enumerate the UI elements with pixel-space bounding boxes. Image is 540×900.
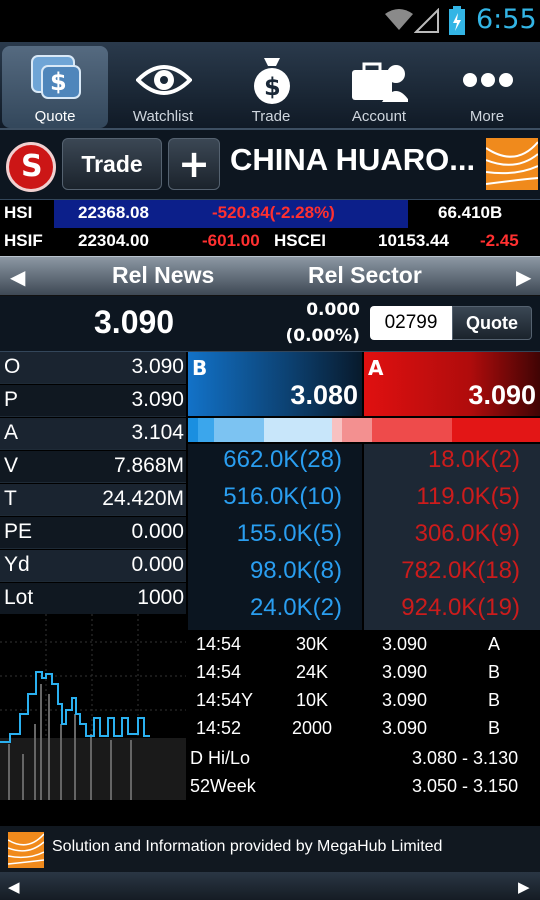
ask-price: 3.090 bbox=[468, 380, 536, 410]
depth-bar bbox=[188, 418, 540, 442]
stat-row: O 3.090 bbox=[0, 352, 186, 384]
ask-queue: 306.0K(9) bbox=[414, 520, 520, 547]
eye-icon bbox=[136, 65, 192, 95]
app-logo-icon: S bbox=[6, 142, 56, 192]
wifi-icon bbox=[385, 9, 413, 30]
price-change-pct: (0.00%) bbox=[285, 326, 360, 346]
main-tab-bar: $ Quote Watchlist $ Trade Account More bbox=[0, 42, 540, 130]
prev-arrow-icon[interactable]: ◀ bbox=[10, 265, 25, 289]
index-change: -601.00 bbox=[202, 231, 260, 250]
stat-row: T 24.420M bbox=[0, 484, 186, 516]
index-turnover: 66.410B bbox=[438, 203, 503, 222]
index-row-hsif: HSIF 22304.00 -601.00 HSCEI 10153.44 -2.… bbox=[0, 228, 540, 256]
trade-row: 14:54 30K 3.090 A bbox=[196, 634, 501, 654]
stat-row: PE 0.000 bbox=[0, 517, 186, 549]
ask-queue: 924.0K(19) bbox=[401, 594, 520, 621]
index-row-hsi: HSI 22368.08 -520.84(-2.28%) 66.410B bbox=[0, 200, 540, 228]
trade-row: 14:52 2000 3.090 B bbox=[196, 718, 501, 738]
tab-watchlist[interactable]: Watchlist bbox=[110, 46, 216, 128]
index-value: 10153.44 bbox=[378, 231, 449, 250]
index-value: 22368.08 bbox=[78, 203, 149, 222]
order-book: 662.0K(28) 516.0K(10) 155.0K(5) 98.0K(8)… bbox=[188, 444, 540, 630]
stock-name: CHINA HUARO... bbox=[230, 142, 476, 177]
stat-row: Yd 0.000 bbox=[0, 550, 186, 582]
megahub-footer-logo-icon bbox=[8, 832, 44, 868]
tab-account[interactable]: Account bbox=[326, 46, 432, 128]
price-row: 3.090 0.000 (0.00%) 02799 Quote bbox=[0, 296, 540, 352]
status-bar: 6:55 bbox=[0, 0, 540, 42]
bid-queue: 662.0K(28) bbox=[223, 446, 342, 473]
money-bag-icon: $ bbox=[254, 58, 290, 104]
stats-table: O 3.090 P 3.090 A 3.104 V 7.868M T 24.420M PE… bbox=[0, 352, 186, 615]
next-arrow-icon[interactable]: ▶ bbox=[516, 265, 531, 289]
index-change: -520.84(-2.28%) bbox=[212, 203, 335, 222]
svg-text:$: $ bbox=[264, 73, 281, 101]
stock-header: S Trade + CHINA HUARO... bbox=[0, 130, 540, 200]
week52-range: 52Week 3.050 - 3.150 bbox=[190, 776, 519, 796]
last-price: 3.090 bbox=[94, 304, 175, 340]
clock: 6:55 bbox=[476, 4, 537, 35]
trade-button[interactable]: Trade bbox=[62, 138, 162, 190]
signal-icon bbox=[414, 8, 439, 33]
bid-queue: 24.0K(2) bbox=[249, 594, 342, 621]
more-dots-icon bbox=[463, 73, 513, 87]
battery-icon bbox=[449, 6, 465, 35]
trade-row: 14:54Y 10K 3.090 B bbox=[196, 690, 501, 710]
stock-code-input[interactable]: 02799 bbox=[370, 306, 452, 340]
bid-queue: 516.0K(10) bbox=[223, 483, 342, 510]
day-range: D Hi/Lo 3.080 - 3.130 bbox=[190, 748, 519, 768]
intraday-chart[interactable] bbox=[0, 614, 186, 800]
quote-icon: $ bbox=[31, 55, 81, 99]
add-to-watchlist-button[interactable]: + bbox=[168, 138, 220, 190]
bid-queue: 155.0K(5) bbox=[236, 520, 342, 547]
stat-row: P 3.090 bbox=[0, 385, 186, 417]
bid-box[interactable]: B 3.080 bbox=[188, 352, 362, 416]
ask-box[interactable]: A 3.090 bbox=[364, 352, 540, 416]
footer: Solution and Information provided by Meg… bbox=[0, 826, 540, 872]
index-value: 22304.00 bbox=[78, 231, 149, 250]
index-label: HSI bbox=[4, 203, 33, 222]
trade-row: 14:54 24K 3.090 B bbox=[196, 662, 501, 682]
tab-trade[interactable]: $ Trade bbox=[218, 46, 324, 128]
bid-column: 662.0K(28) 516.0K(10) 155.0K(5) 98.0K(8)… bbox=[188, 444, 362, 630]
credit-text: Solution and Information provided by Meg… bbox=[52, 838, 443, 855]
index-label: HSIF bbox=[4, 231, 43, 250]
horizontal-scrollbar[interactable]: ◀ ▶ bbox=[0, 872, 540, 900]
scroll-left-arrow-icon[interactable]: ◀ bbox=[8, 878, 20, 896]
tab-quote[interactable]: $ Quote bbox=[2, 46, 108, 128]
stat-row: A 3.104 bbox=[0, 418, 186, 450]
ask-queue: 18.0K(2) bbox=[427, 446, 520, 473]
quote-button[interactable]: Quote bbox=[452, 306, 532, 340]
index-label: HSCEI bbox=[274, 231, 326, 250]
tab-more[interactable]: More bbox=[434, 46, 540, 128]
bid-queue: 98.0K(8) bbox=[249, 557, 342, 584]
scroll-right-arrow-icon[interactable]: ▶ bbox=[518, 878, 530, 896]
ask-queue: 782.0K(18) bbox=[401, 557, 520, 584]
rel-news-link[interactable]: Rel News bbox=[112, 262, 214, 289]
ask-queue: 119.0K(5) bbox=[416, 483, 520, 510]
stat-row: Lot 1000 bbox=[0, 583, 186, 615]
megahub-logo-icon bbox=[486, 138, 538, 190]
rel-sector-link[interactable]: Rel Sector bbox=[308, 262, 422, 289]
bid-price: 3.080 bbox=[290, 380, 358, 410]
ask-column: 18.0K(2) 119.0K(5) 306.0K(9) 782.0K(18) … bbox=[364, 444, 540, 630]
briefcase-users-icon bbox=[352, 62, 408, 102]
related-nav-bar: ◀ Rel News Rel Sector ▶ bbox=[0, 256, 540, 296]
trade-log: 14:54 30K 3.090 A 14:54 24K 3.090 B 14:5… bbox=[188, 630, 540, 742]
price-change: 0.000 bbox=[306, 300, 360, 320]
index-change: -2.45 bbox=[480, 231, 519, 250]
svg-text:$: $ bbox=[50, 68, 67, 96]
stat-row: V 7.868M bbox=[0, 451, 186, 483]
